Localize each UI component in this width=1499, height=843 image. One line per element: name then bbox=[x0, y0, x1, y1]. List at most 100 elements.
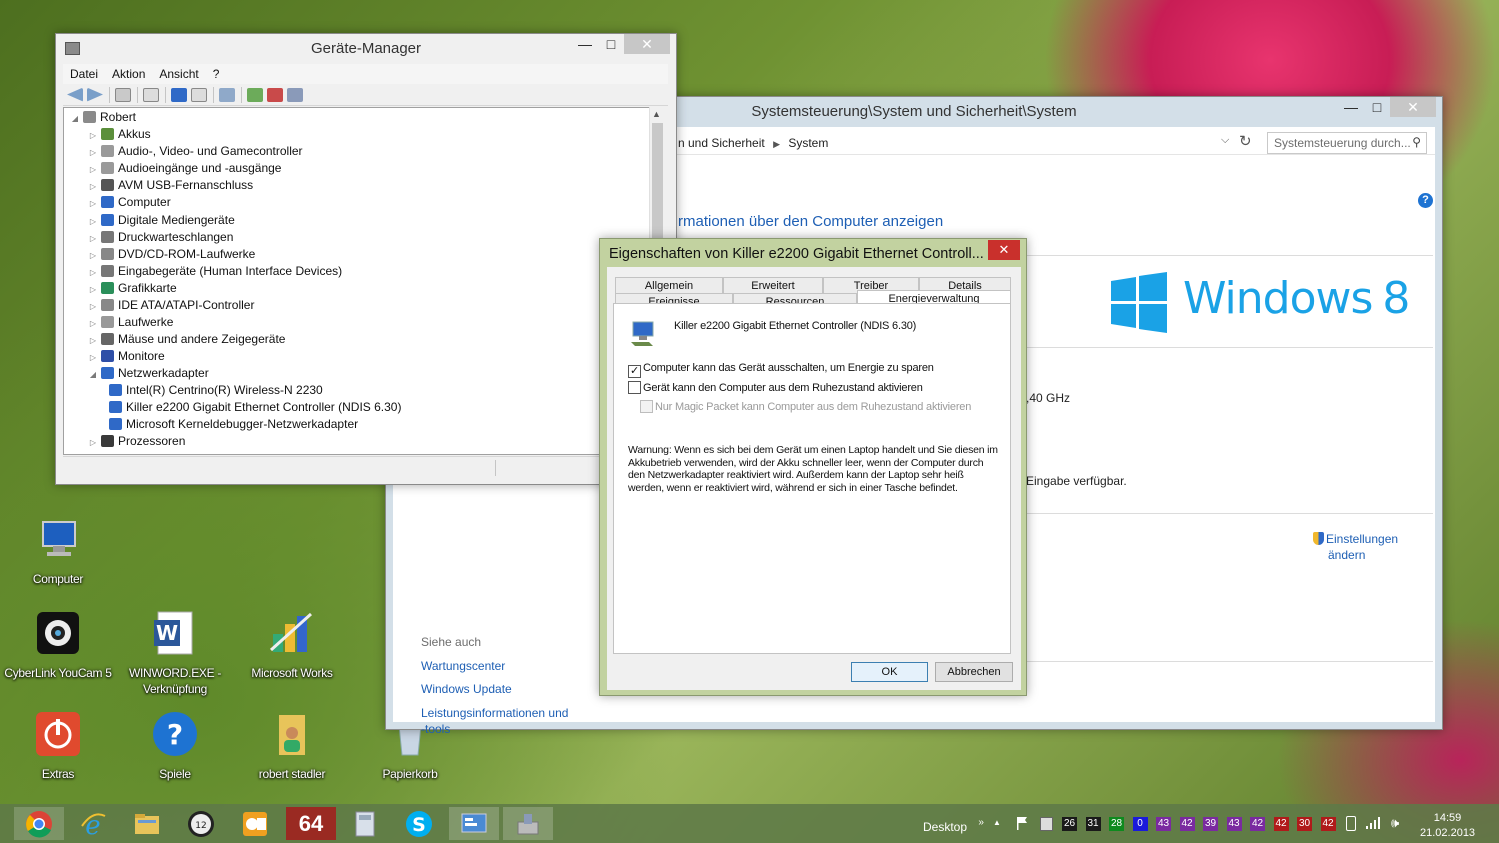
menu-ansicht[interactable]: Ansicht bbox=[152, 64, 205, 84]
battery-icon[interactable] bbox=[1346, 816, 1356, 831]
tray-value-badge[interactable]: 43 bbox=[1226, 817, 1242, 831]
back-icon[interactable] bbox=[67, 87, 83, 102]
taskbar-chrome[interactable] bbox=[14, 807, 64, 840]
desktop-icon-computer[interactable]: Computer bbox=[0, 516, 118, 587]
tree-item[interactable]: ▷ Audioeingänge und -ausgänge bbox=[88, 160, 282, 178]
tray-value-badge[interactable]: 42 bbox=[1250, 817, 1265, 831]
desktop-icon-cyberlink[interactable]: CyberLink YouCam 5 bbox=[0, 610, 118, 681]
menu-help[interactable]: ? bbox=[206, 64, 227, 84]
expand-icon[interactable]: ▷ bbox=[88, 247, 98, 264]
tree-item-prozessoren[interactable]: ▷ Prozessoren bbox=[88, 433, 185, 450]
view-icon[interactable] bbox=[115, 87, 131, 102]
tree-item[interactable]: ▷ AVM USB-Fernanschluss bbox=[88, 177, 253, 194]
chevron-down-icon[interactable]: ⌵ bbox=[1221, 134, 1229, 147]
device-tree[interactable]: ◢ Robert ▷ Akkus ▷ Audio-, Video- und Gameco… bbox=[63, 107, 664, 455]
taskbar-ie[interactable]: e bbox=[68, 807, 118, 840]
tree-root[interactable]: ◢ Robert bbox=[70, 109, 136, 126]
menu-aktion[interactable]: Aktion bbox=[105, 64, 152, 84]
taskbar-explorer[interactable] bbox=[122, 807, 172, 840]
link-windows-update[interactable]: Windows Update bbox=[421, 681, 591, 697]
expand-icon[interactable]: ▷ bbox=[88, 127, 98, 144]
scroll-up-icon[interactable]: ▲ bbox=[652, 109, 661, 119]
desktop-icon-works[interactable]: Microsoft Works bbox=[232, 610, 352, 681]
tray-value-badge[interactable]: 39 bbox=[1203, 817, 1218, 831]
taskbar-outlook[interactable] bbox=[230, 807, 280, 840]
tree-item[interactable]: ▷ IDE ATA/ATAPI-Controller bbox=[88, 297, 255, 315]
tray-value-badge[interactable]: 31 bbox=[1085, 817, 1101, 831]
tree-item[interactable]: ▷ Audio-, Video- und Gamecontroller bbox=[88, 143, 303, 160]
close-button[interactable]: ✕ bbox=[988, 240, 1020, 260]
desktop-toolbar-label[interactable]: Desktop » bbox=[923, 817, 984, 834]
expand-icon[interactable]: ▷ bbox=[88, 332, 98, 349]
taskbar-calculator[interactable] bbox=[340, 807, 390, 840]
close-button[interactable]: ✕ bbox=[624, 34, 670, 54]
update-driver-icon[interactable] bbox=[247, 87, 263, 102]
expand-icon[interactable]: ▷ bbox=[88, 349, 98, 366]
tree-item[interactable]: ▷ Digitale Mediengeräte bbox=[88, 212, 235, 229]
taskbar-control-panel[interactable] bbox=[449, 807, 499, 840]
uninstall-icon[interactable] bbox=[267, 87, 283, 102]
expand-icon[interactable]: ▷ bbox=[88, 161, 98, 178]
option-allow-turn-off[interactable]: ✓ Computer kann das Gerät ausschalten, um… bbox=[628, 362, 934, 378]
help-icon[interactable]: ? bbox=[1418, 193, 1433, 208]
taskbar-device-manager[interactable] bbox=[503, 807, 553, 840]
clock[interactable]: 14:59 21.02.2013 bbox=[1420, 811, 1475, 841]
properties-dialog[interactable]: Eigenschaften von Killer e2200 Gigabit E… bbox=[599, 238, 1027, 696]
tree-item[interactable]: ▷ Laufwerke bbox=[88, 314, 173, 331]
expand-icon[interactable]: ▷ bbox=[88, 281, 98, 298]
tree-item[interactable]: ▷ Eingabegeräte (Human Interface Devices) bbox=[88, 263, 342, 280]
device-manager-window[interactable]: Geräte-Manager — □ ✕ Datei Aktion Ansich… bbox=[55, 33, 677, 485]
tree-item[interactable]: ▷ Mäuse und andere Zeigegeräte bbox=[88, 331, 286, 349]
close-button[interactable]: ✕ bbox=[1390, 97, 1436, 117]
flag-icon[interactable] bbox=[1016, 816, 1028, 830]
tree-item[interactable]: ▷ Akkus bbox=[88, 126, 151, 143]
breadcrumb-current[interactable]: System bbox=[788, 136, 828, 150]
expand-icon[interactable]: ▷ bbox=[88, 144, 98, 161]
grid-icon[interactable] bbox=[191, 87, 207, 102]
expand-icon[interactable]: ▷ bbox=[88, 298, 98, 315]
maximize-button[interactable]: □ bbox=[598, 34, 624, 54]
volume-icon[interactable]: 🕪 bbox=[1391, 815, 1399, 831]
link-leistungsinformationen[interactable]: Leistungsinformationen und -tools bbox=[421, 705, 591, 737]
refresh-icon[interactable]: ↻ bbox=[1239, 132, 1252, 150]
tray-value-badge[interactable]: 0 bbox=[1132, 817, 1148, 831]
desktop-icon-extras[interactable]: Extras bbox=[0, 711, 118, 782]
expand-icon[interactable]: ▷ bbox=[88, 178, 98, 195]
tray-value-badge[interactable]: 42 bbox=[1320, 817, 1336, 831]
taskbar-skype[interactable]: S bbox=[394, 807, 444, 840]
tree-item[interactable]: ▷ Computer bbox=[88, 194, 171, 211]
minimize-button[interactable]: — bbox=[572, 34, 598, 54]
tree-item[interactable]: ▷ Druckwarteschlangen bbox=[88, 229, 233, 246]
expand-icon[interactable]: ▷ bbox=[88, 230, 98, 247]
expand-icon[interactable]: » bbox=[978, 817, 984, 828]
desktop-icon-robert-stadler[interactable]: robert stadler bbox=[232, 711, 352, 782]
expand-icon[interactable]: ▷ bbox=[88, 264, 98, 281]
breadcrumb[interactable]: n und Sicherheit ▶ System bbox=[678, 136, 828, 150]
menu-datei[interactable]: Datei bbox=[63, 64, 105, 84]
taskbar-clock-app[interactable]: 12 bbox=[176, 807, 226, 840]
tree-item[interactable]: ▷ Monitore bbox=[88, 348, 165, 365]
expand-icon[interactable]: ▷ bbox=[88, 315, 98, 332]
tray-value-badge[interactable]: 26 bbox=[1062, 817, 1077, 831]
checkbox-allow-turn-off[interactable]: ✓ bbox=[628, 365, 641, 378]
checkbox-allow-wake[interactable] bbox=[628, 381, 641, 394]
tray-value-badge[interactable]: 42 bbox=[1179, 817, 1195, 831]
maximize-button[interactable]: □ bbox=[1364, 97, 1390, 117]
expand-icon[interactable]: ▷ bbox=[88, 195, 98, 212]
ok-button[interactable]: OK bbox=[851, 662, 928, 682]
properties-icon[interactable] bbox=[143, 87, 159, 102]
collapse-icon[interactable]: ◢ bbox=[88, 366, 98, 383]
tray-value-badge[interactable]: 28 bbox=[1109, 817, 1124, 831]
expand-icon[interactable]: ▷ bbox=[88, 213, 98, 230]
breadcrumb-parent[interactable]: n und Sicherheit bbox=[678, 136, 765, 150]
forward-icon[interactable] bbox=[87, 87, 103, 102]
tab-allgemein[interactable]: Allgemein bbox=[615, 277, 723, 294]
help-icon[interactable] bbox=[171, 87, 187, 102]
tree-item-kerneldebugger[interactable]: Microsoft Kerneldebugger-Netzwerkadapter bbox=[106, 416, 358, 433]
show-hidden-icons-icon[interactable]: ▲ bbox=[993, 818, 1001, 827]
tree-item-killer[interactable]: Killer e2200 Gigabit Ethernet Controller… bbox=[106, 399, 401, 416]
tray-value-badge[interactable]: 43 bbox=[1156, 817, 1171, 831]
tree-item[interactable]: ▷ DVD/CD-ROM-Laufwerke bbox=[88, 246, 255, 263]
tray-value-badge[interactable]: 42 bbox=[1273, 817, 1289, 831]
tray-value-badge[interactable]: 30 bbox=[1297, 817, 1312, 831]
